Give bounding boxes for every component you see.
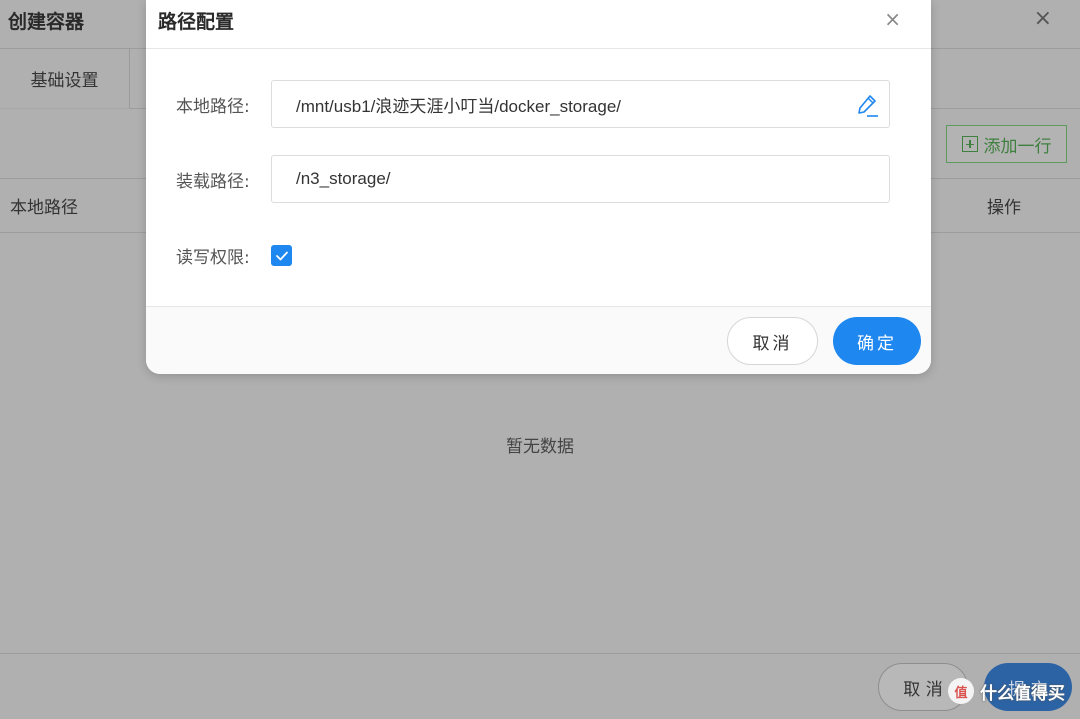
column-header-local-path: 本地路径: [10, 198, 78, 218]
mount-path-value: /n3_storage/: [296, 169, 391, 188]
path-config-dialog: 路径配置 × 本地路径: /mnt/usb1/浪迹天涯小叮当/docker_st…: [146, 0, 931, 374]
add-row-button[interactable]: 添加一行: [946, 125, 1067, 163]
divider: [0, 653, 1080, 654]
column-header-operation: 操作: [987, 198, 1021, 218]
mount-path-input[interactable]: /n3_storage/: [271, 155, 890, 203]
plus-square-icon: [961, 136, 978, 152]
rw-permission-checkbox[interactable]: [271, 245, 292, 266]
cancel-button[interactable]: 取消: [727, 317, 818, 365]
local-path-label: 本地路径:: [176, 97, 250, 117]
window-close-icon[interactable]: ×: [1034, 6, 1052, 31]
watermark: 值 什么值得买: [948, 678, 1065, 704]
edit-icon[interactable]: [855, 93, 879, 119]
confirm-button[interactable]: 确定: [833, 317, 921, 365]
empty-table-text: 暂无数据: [506, 437, 574, 457]
checkmark-icon: [275, 251, 288, 260]
divider: [146, 306, 931, 307]
dialog-title: 路径配置: [158, 11, 235, 33]
local-path-value: /mnt/usb1/浪迹天涯小叮当/docker_storage/: [296, 96, 622, 116]
close-icon[interactable]: ×: [884, 7, 901, 31]
watermark-text: 什么值得买: [980, 683, 1065, 704]
mount-path-label: 装载路径:: [176, 172, 250, 192]
local-path-input[interactable]: /mnt/usb1/浪迹天涯小叮当/docker_storage/: [271, 80, 890, 128]
add-row-label: 添加一行: [983, 136, 1052, 157]
rw-permission-label: 读写权限:: [176, 248, 250, 268]
tab-basic-settings[interactable]: 基础设置: [0, 49, 130, 109]
watermark-badge: 值: [948, 678, 974, 704]
divider: [146, 48, 931, 49]
window-title: 创建容器: [8, 11, 85, 33]
